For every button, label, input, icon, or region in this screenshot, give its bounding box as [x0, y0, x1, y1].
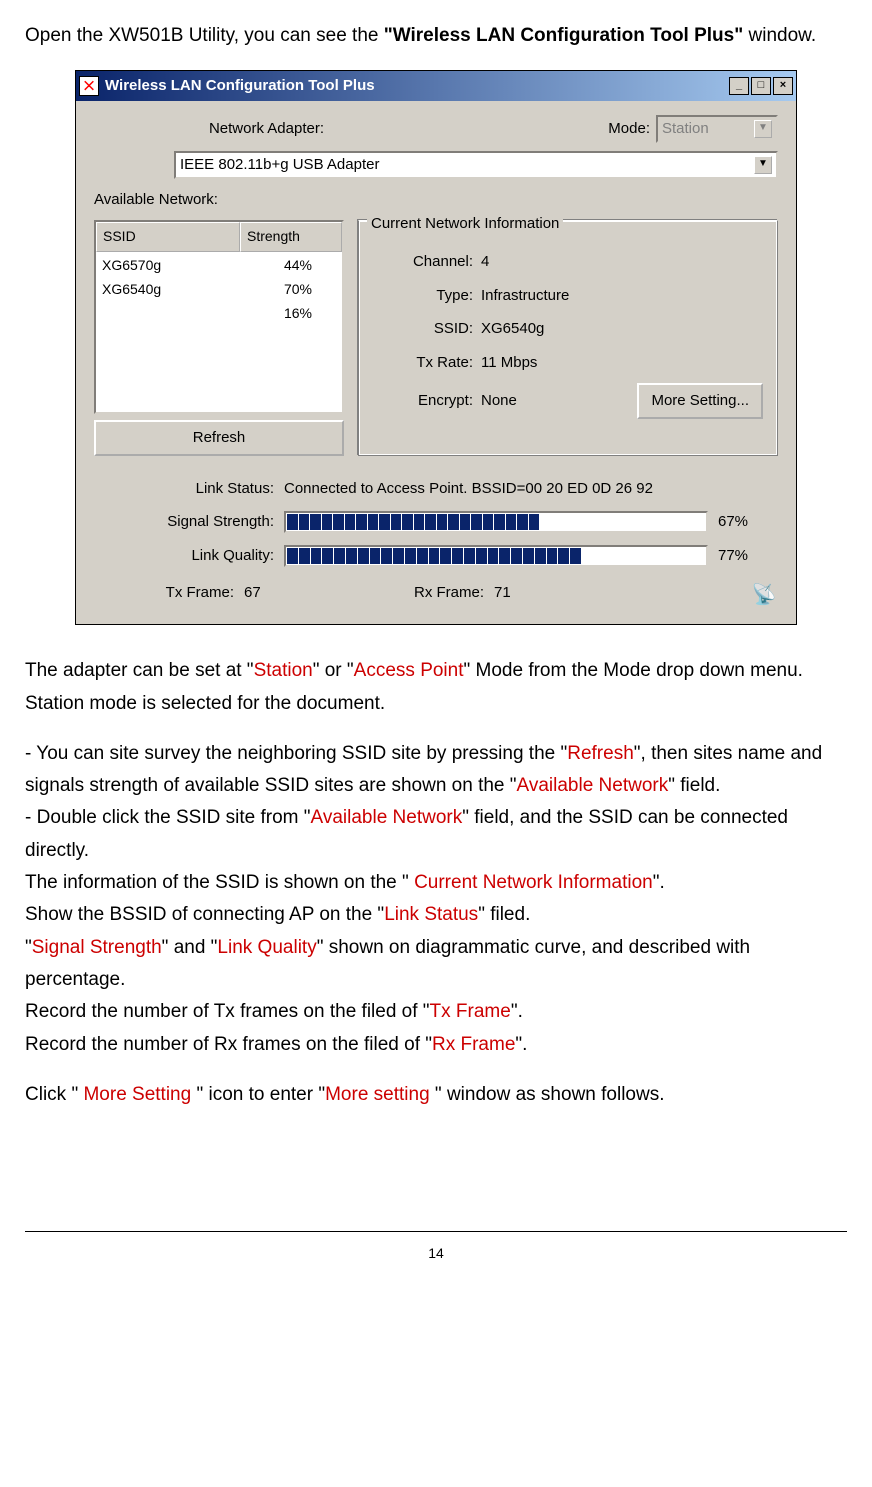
mode-dropdown[interactable]: Station ▼ — [656, 115, 778, 143]
body-paragraph: - Double click the SSID site from "Avail… — [25, 802, 847, 867]
body-paragraph: Record the number of Tx frames on the fi… — [25, 996, 847, 1028]
mode-label: Mode: — [608, 116, 650, 142]
more-setting-button[interactable]: More Setting... — [637, 383, 763, 419]
maximize-button[interactable]: □ — [751, 77, 771, 95]
minimize-button[interactable]: _ — [729, 77, 749, 95]
chevron-down-icon: ▼ — [754, 120, 772, 138]
wlan-config-window: ⨉ Wireless LAN Configuration Tool Plus _… — [75, 70, 797, 625]
titlebar: ⨉ Wireless LAN Configuration Tool Plus _… — [76, 71, 796, 101]
network-adapter-label: Network Adapter: — [94, 116, 324, 142]
body-paragraph: - You can site survey the neighboring SS… — [25, 738, 847, 803]
signal-strength-bar — [284, 511, 708, 533]
app-icon: ⨉ — [79, 76, 99, 96]
body-paragraph: Record the number of Rx frames on the fi… — [25, 1029, 847, 1061]
list-item[interactable]: XG6570g 44% — [96, 254, 342, 278]
page-number: 14 — [25, 1242, 847, 1266]
footer-rule — [25, 1231, 847, 1232]
refresh-button[interactable]: Refresh — [94, 420, 344, 456]
body-paragraph: "Signal Strength" and "Link Quality" sho… — [25, 932, 847, 997]
link-status-value: Connected to Access Point. BSSID=00 20 E… — [284, 476, 653, 502]
body-paragraph: Show the BSSID of connecting AP on the "… — [25, 899, 847, 931]
intro-paragraph: Open the XW501B Utility, you can see the… — [25, 20, 847, 52]
adapter-dropdown[interactable]: IEEE 802.11b+g USB Adapter ▼ — [174, 151, 778, 179]
list-item[interactable]: 16% — [96, 302, 342, 326]
link-quality-bar — [284, 545, 708, 567]
current-network-info: Current Network Information Channel:4 Ty… — [358, 220, 778, 456]
column-strength[interactable]: Strength — [240, 222, 342, 252]
body-paragraph: The adapter can be set at "Station" or "… — [25, 655, 847, 720]
antenna-icon: 📡 — [750, 578, 778, 606]
available-network-list[interactable]: SSID Strength XG6570g 44% XG6540g 70% — [94, 220, 344, 414]
body-paragraph: The information of the SSID is shown on … — [25, 867, 847, 899]
available-network-label: Available Network: — [94, 187, 778, 213]
body-paragraph: Click " More Setting " icon to enter "Mo… — [25, 1079, 847, 1111]
list-item[interactable]: XG6540g 70% — [96, 278, 342, 302]
close-button[interactable]: × — [773, 77, 793, 95]
chevron-down-icon: ▼ — [754, 156, 772, 174]
column-ssid[interactable]: SSID — [96, 222, 240, 252]
window-title: Wireless LAN Configuration Tool Plus — [105, 73, 729, 99]
